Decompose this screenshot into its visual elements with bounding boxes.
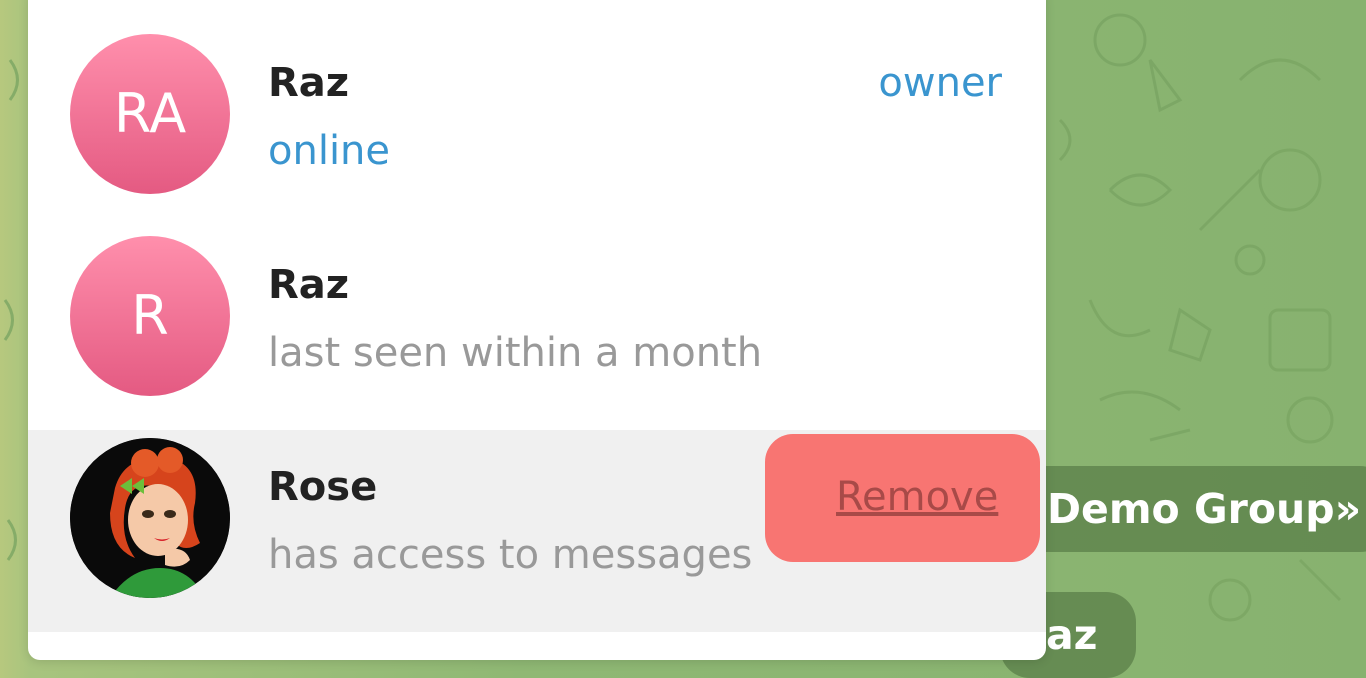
member-role-badge: owner — [878, 60, 1002, 106]
group-name-message: Demo Group» — [1000, 466, 1366, 552]
member-name: Rose — [268, 464, 378, 510]
avatar: R — [70, 236, 230, 396]
member-status: has access to messages — [268, 532, 753, 578]
rose-avatar-image — [70, 438, 230, 598]
avatar: RA — [70, 34, 230, 194]
member-name: Raz — [268, 60, 350, 106]
sender-name-text: az — [1046, 611, 1098, 659]
member-name: Raz — [268, 262, 350, 308]
member-row-raz[interactable]: R Raz last seen within a month — [28, 202, 1046, 404]
group-name-text: Demo Group» — [1047, 485, 1362, 533]
member-status: online — [268, 128, 391, 174]
member-row-raz-owner[interactable]: RA Raz online owner — [28, 0, 1046, 202]
remove-member-button[interactable]: Remove — [836, 474, 998, 520]
member-status: last seen within a month — [268, 330, 763, 376]
